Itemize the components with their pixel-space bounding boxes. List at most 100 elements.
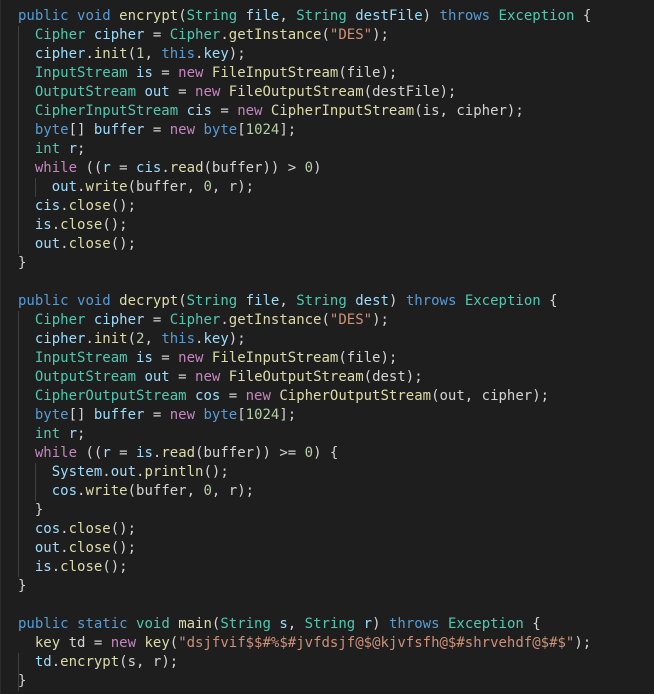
code-token: r [68,141,78,157]
code-token: (); [203,464,229,480]
code-token: } [18,673,27,689]
code-token: 1024 [245,407,280,423]
code-token: close [68,198,111,214]
code-token: cos [34,521,61,537]
code-line: int r; [18,425,591,444]
code-token: Exception [447,616,524,632]
code-token: System [51,464,103,480]
code-token: String [186,8,238,24]
code-line: OutputStream out = new FileOutputStream(… [18,368,591,387]
code-token: write [85,179,128,195]
code-token: = [144,407,170,423]
code-token: = [152,350,179,366]
code-token: (destFile); [363,84,457,100]
code-token: InputStream [34,65,128,81]
code-line: cipher.init(2, this.key); [18,330,591,349]
code-token: read [169,160,204,176]
code-token: ) [422,8,440,24]
code-token: ) [372,616,389,632]
code-token: r [102,445,111,461]
code-token: . [60,521,69,537]
code-token: cipher [34,331,86,347]
code-token: byte [34,122,69,138]
code-token: . [51,654,61,670]
code-line: CipherOutputStream cos = new CipherOutpu… [18,387,591,406]
code-token: decrypt [119,293,179,309]
code-line: cis.close(); [18,197,591,216]
code-token: is [34,559,52,575]
code-token: (s, r); [119,654,179,670]
code-line: byte[] buffer = new byte[1024]; [18,406,591,425]
code-token: cis [136,160,162,176]
code-token: (); [110,540,137,556]
code-token: . [85,46,94,62]
code-token: Cipher [34,312,86,328]
code-token: void [77,8,111,24]
code-token: (out, cipher); [431,388,550,404]
code-token: file [245,293,280,309]
code-line: cos.write(buffer, 0, r); [18,482,591,501]
code-line: is.close(); [18,216,591,235]
code-token: dest [355,293,389,309]
code-token: cipher [93,27,145,43]
code-token: , [279,293,297,309]
code-token: ); [372,312,389,328]
code-token: out [51,179,78,195]
code-token: CipherInputStream [270,103,415,119]
code-token: } [18,578,27,594]
code-token: = [110,160,137,176]
code-token: td = [60,635,111,651]
code-token: } [18,502,44,518]
code-token: , [279,8,297,24]
code-area[interactable]: public void encrypt(String file, String … [18,7,591,691]
code-token: cipher [93,312,145,328]
code-token: new [195,84,221,100]
code-token: 0 [203,179,212,195]
code-token: throws [439,8,491,24]
code-token: this [161,331,196,347]
code-token: static [77,616,128,632]
code-token: ); [228,331,246,347]
code-token: while [34,160,78,176]
code-token: OutputStream [34,369,137,385]
code-token: Exception [464,293,541,309]
code-token: [ [237,122,246,138]
code-token: r [102,160,111,176]
code-editor[interactable]: public void encrypt(String file, String … [0,0,654,694]
code-line: out.close(); [18,539,591,558]
code-token: } [18,255,27,271]
code-token: throws [405,293,457,309]
code-token: new [169,122,196,138]
code-line: } [18,254,591,273]
code-line: InputStream is = new FileInputStream(fil… [18,349,591,368]
code-token: while [34,445,78,461]
code-token: = [220,388,246,404]
code-token: = [144,312,170,328]
code-line: cipher.init(1, this.key); [18,45,591,64]
code-token: CipherInputStream [34,103,179,119]
code-token: Exception [498,8,575,24]
code-token: String [296,8,347,24]
code-token: = [169,369,196,385]
code-token: , r); [211,179,255,195]
code-token: write [85,483,128,499]
